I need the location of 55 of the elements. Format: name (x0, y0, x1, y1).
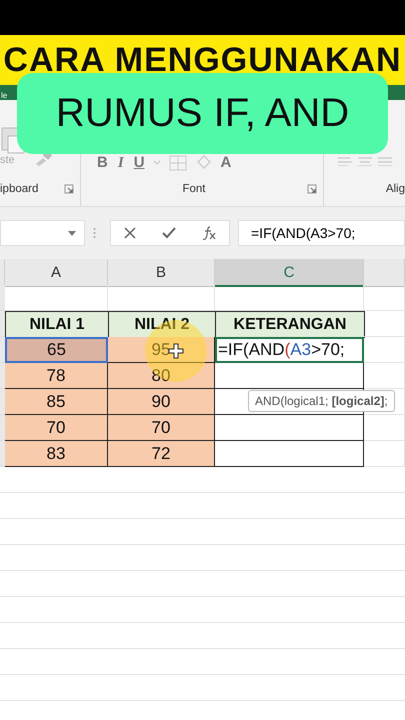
banner-title: CARA MENGGUNAKAN (3, 40, 402, 80)
table-cell[interactable]: 70 (5, 415, 108, 441)
table-cell[interactable]: 78 (5, 363, 108, 389)
empty-cell[interactable] (364, 285, 405, 311)
column-header[interactable] (364, 259, 405, 287)
header-cell: NILAI 1 (5, 311, 109, 338)
table-cell[interactable]: 65 (5, 337, 108, 363)
insert-function-icon[interactable] (201, 225, 217, 241)
table-cell[interactable]: 70 (108, 415, 215, 441)
name-box[interactable] (0, 220, 85, 246)
table-cell[interactable]: 72 (108, 441, 215, 467)
formula-cell[interactable]: =IF(AND(A3>70; (215, 337, 364, 363)
empty-cell[interactable] (364, 363, 405, 389)
dialog-launcher-icon[interactable] (306, 184, 317, 194)
row-header[interactable] (0, 311, 5, 337)
align-lines-icon[interactable] (336, 156, 394, 166)
cancel-icon[interactable] (123, 226, 137, 240)
function-tooltip: AND(logical1; [logical2]; (248, 390, 395, 412)
empty-cell[interactable] (364, 415, 405, 441)
column-header[interactable]: B (108, 259, 215, 287)
ribbon-tab[interactable]: le (1, 91, 8, 100)
column-header[interactable]: A (5, 259, 108, 287)
table-cell[interactable] (215, 415, 364, 441)
bold-button[interactable]: B (97, 155, 108, 171)
underline-button[interactable]: U (134, 155, 145, 171)
borders-icon[interactable] (168, 155, 187, 171)
row-header[interactable] (0, 415, 5, 441)
dialog-launcher-icon[interactable] (64, 184, 74, 194)
row-header[interactable] (0, 389, 5, 415)
empty-cell[interactable] (364, 337, 405, 363)
group-label: Font (182, 183, 206, 195)
caret-icon[interactable] (152, 160, 161, 166)
banner-subtitle: RUMUS IF, AND (56, 91, 350, 136)
fill-color-icon[interactable] (194, 155, 213, 171)
row-header[interactable] (0, 363, 5, 389)
enter-icon[interactable] (161, 226, 177, 240)
table-cell[interactable]: 83 (5, 441, 108, 467)
table-cell[interactable]: 85 (5, 389, 108, 415)
font-color-button[interactable]: A (220, 155, 232, 171)
header-cell: KETERANGAN (215, 311, 365, 338)
table-cell[interactable] (215, 363, 364, 389)
row-header[interactable] (0, 441, 5, 467)
corner-header[interactable] (0, 259, 5, 287)
formula-field[interactable]: =IF(AND(A3>70; (238, 220, 405, 246)
column-header[interactable]: C (215, 259, 364, 287)
row-header[interactable] (0, 285, 5, 311)
group-label: ipboard (0, 183, 38, 195)
row-header[interactable] (0, 337, 5, 363)
cursor-icon (168, 343, 184, 359)
header-cell: NILAI 2 (108, 311, 216, 338)
italic-button[interactable]: I (116, 155, 126, 171)
caret-icon (68, 230, 76, 236)
group-label: Alig (386, 183, 405, 195)
drag-handle-icon[interactable] (93, 227, 96, 239)
table-cell[interactable]: 90 (108, 389, 215, 415)
